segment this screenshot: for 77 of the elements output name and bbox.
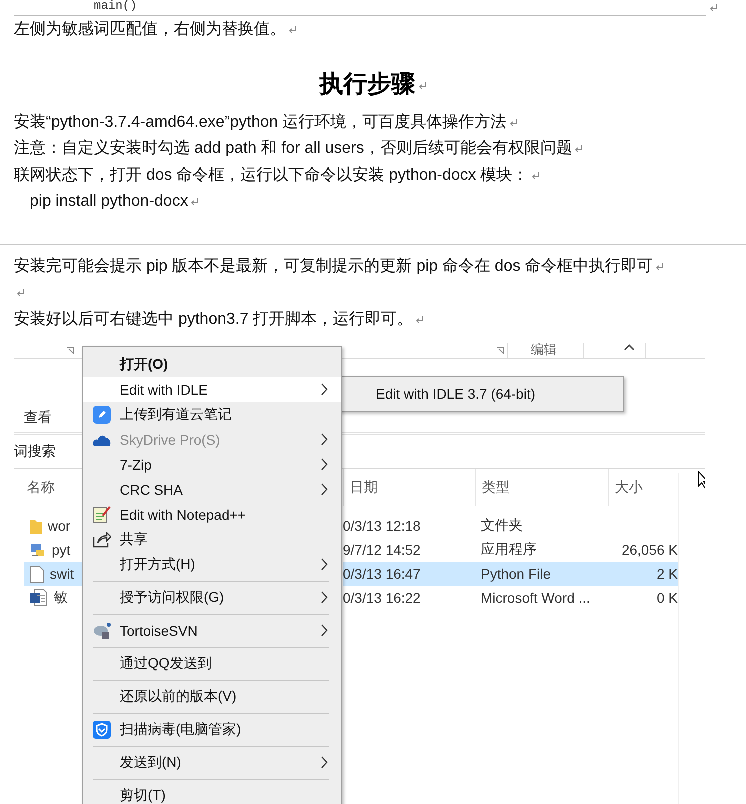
ribbon-tab[interactable]: 查看 [22, 409, 54, 427]
command-line: pip install python-docx [30, 193, 188, 210]
name-cell[interactable]: wor [24, 514, 82, 538]
file-name: wor [48, 518, 71, 534]
name-cell[interactable]: 敏 [24, 586, 82, 610]
share-icon [93, 532, 111, 548]
table-cell: 0/3/13 12:18 [343, 518, 421, 534]
paragraph-mark-icon [288, 25, 297, 34]
table-cell: 9/7/12 14:52 [343, 542, 421, 558]
menu-item[interactable]: 打开方式(H) [83, 552, 341, 577]
table-cell: 0/3/13 16:47 [343, 566, 421, 582]
notepad-icon [93, 506, 111, 524]
table-cell: 0 K [656, 590, 678, 606]
table-cell: 0/3/13 16:22 [343, 590, 421, 606]
menu-item[interactable]: Edit with IDLE 3.7 (64-bit) [339, 380, 623, 408]
menu-item[interactable]: Edit with Notepad++ [83, 502, 341, 527]
paragraph-mark-icon [508, 118, 518, 127]
file-name: swit [50, 566, 74, 582]
collapse-ribbon-icon[interactable] [624, 344, 635, 351]
menu-item[interactable]: 通过QQ发送到 [83, 651, 341, 676]
menu-item[interactable]: 打开(O) [83, 352, 341, 377]
paragraph-mark-icon [418, 81, 426, 90]
paragraph-mark-icon [190, 197, 200, 206]
paragraph-mark-icon [709, 3, 718, 12]
paragraph-mark-icon [574, 144, 584, 154]
location-text: 词搜索 [14, 442, 56, 460]
paragraph: 联网状态下，打开 dos 命令框，运行以下命令以安装 python-docx 模块： [14, 166, 529, 184]
paragraph: 注意：自定义安装时勾选 add path 和 for all users，否则后续可能会有权限问题 [14, 140, 572, 157]
paragraph: 左侧为敏感词匹配值，右侧为替换值。 [14, 21, 286, 38]
paragraph: 安装好以后可右键选中 python3.7 打开脚本，运行即可。 [14, 310, 414, 328]
paragraph: 安装“python-3.7.4-amd64.exe”python 运行环境，可百度具体操作方法 [14, 114, 507, 130]
column-header[interactable]: 名称 [27, 478, 55, 496]
table-cell: 应用程序 [481, 541, 537, 559]
file-name: pyt [52, 542, 71, 558]
file-row[interactable]: 0/3/13 16:47 Python File 2 K [343, 562, 678, 586]
code-line: main() [94, 0, 138, 13]
paragraph: 安装完可能会提示 pip 版本不是最新，可复制提示的更新 pip 命令在 dos 命令框中执行即可 [14, 258, 654, 274]
menu-item[interactable]: 剪切(T) [83, 783, 341, 804]
column-header[interactable]: 大小 [615, 478, 643, 496]
table-cell: 26,056 K [622, 542, 678, 558]
dialog-launcher-icon[interactable] [497, 347, 504, 354]
menu-item[interactable]: Edit with IDLE [83, 377, 341, 402]
folder-icon [30, 518, 42, 534]
file-icon [30, 566, 44, 582]
table-cell: 文件夹 [481, 517, 523, 535]
note-icon [93, 406, 111, 424]
table-cell: Microsoft Word ... [481, 590, 590, 606]
menu-item[interactable]: 7-Zip [83, 452, 341, 477]
paragraph-mark-icon [16, 288, 25, 298]
menu-item[interactable]: 授予访问权限(G) [83, 585, 341, 610]
dialog-launcher-icon[interactable] [67, 347, 74, 354]
cloud-icon [93, 434, 111, 446]
installer-icon [30, 542, 46, 558]
menu-item[interactable]: 还原以前的版本(V) [83, 684, 341, 709]
column-header[interactable]: 类型 [482, 478, 510, 496]
heading: 执行步骤 [320, 72, 416, 98]
name-cell[interactable]: swit [24, 562, 82, 586]
paragraph-mark-icon [655, 262, 664, 271]
table-cell: Python File [481, 566, 552, 582]
shield-icon [93, 720, 111, 738]
paragraph-mark-icon [530, 170, 540, 180]
file-row[interactable]: 0/3/13 16:22 Microsoft Word ... 0 K [343, 586, 678, 610]
file-name: 敏 [54, 589, 68, 607]
ribbon-group-label: 编辑 [531, 343, 557, 357]
menu-item[interactable]: 扫描病毒(电脑管家) [83, 717, 341, 742]
menu-item[interactable]: 共享 [83, 527, 341, 552]
menu-item[interactable]: CRC SHA [83, 477, 341, 502]
name-cell[interactable]: pyt [24, 538, 82, 562]
table-cell: 2 K [656, 566, 678, 582]
file-row[interactable]: 9/7/12 14:52 应用程序 26,056 K [343, 538, 678, 562]
menu-item[interactable]: TortoiseSVN [83, 618, 341, 643]
column-header[interactable]: 日期 [350, 478, 378, 496]
menu-item[interactable]: 上传到有道云笔记 [83, 402, 341, 427]
menu-item[interactable]: 发送到(N) [83, 750, 341, 775]
document-icon [30, 589, 48, 607]
paragraph-mark-icon [415, 314, 424, 324]
file-row[interactable]: 0/3/13 12:18 文件夹 [343, 514, 678, 538]
